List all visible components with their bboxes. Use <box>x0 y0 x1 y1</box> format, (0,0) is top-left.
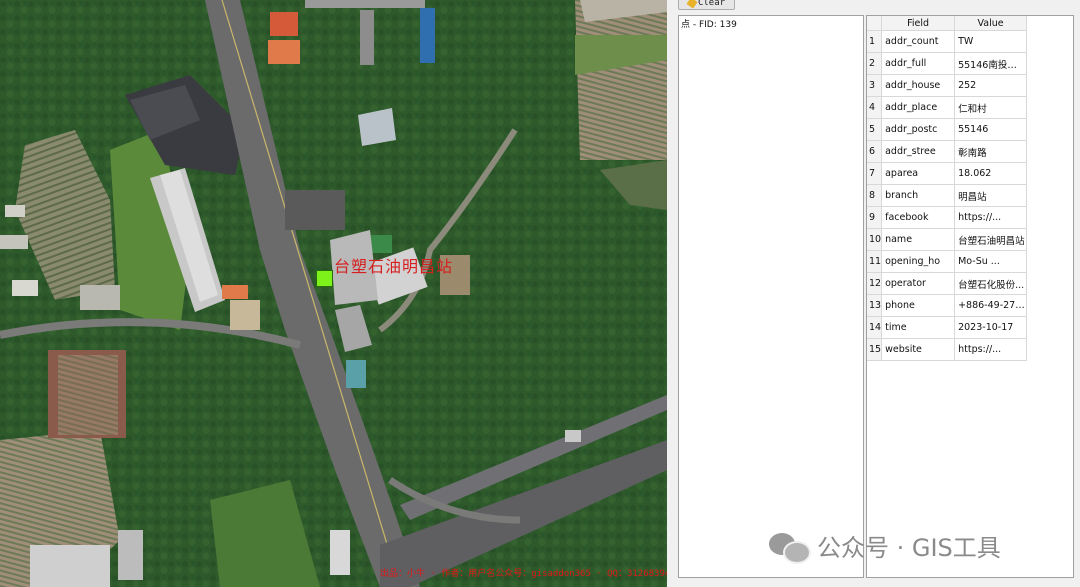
field-cell[interactable]: addr_count <box>881 30 956 53</box>
field-cell[interactable]: addr_full <box>881 52 956 75</box>
map-canvas[interactable]: 台塑石油明昌站 出品：小牛 · 作者：用户名公众号：gisaddon365 · … <box>0 0 667 587</box>
table-row[interactable]: 6 addr_stree 彰南路 <box>867 140 1028 163</box>
table-row[interactable]: 2addr_full55146南投縣名... <box>867 52 1028 75</box>
field-cell[interactable]: name <box>881 228 956 251</box>
row-number[interactable]: 15 <box>867 338 883 361</box>
satellite-imagery <box>0 0 667 587</box>
value-cell[interactable]: 55146南投縣名... <box>954 52 1028 75</box>
row-number[interactable]: 6 <box>867 140 883 163</box>
table-row[interactable]: 13phone+886-49-2731... <box>867 294 1028 317</box>
value-cell[interactable]: https://... <box>954 338 1028 361</box>
wechat-icon <box>769 531 811 564</box>
column-header-value[interactable]: Value <box>954 16 1028 31</box>
clear-button-label: Clear <box>697 0 726 8</box>
identify-panel: Clear 点 - FID: 139 Field Value 1 addr_cou… <box>667 0 1080 587</box>
field-cell[interactable]: branch <box>881 184 956 207</box>
value-cell[interactable]: 18.062 <box>954 162 1028 185</box>
value-cell[interactable]: 明昌站 <box>954 184 1028 207</box>
row-number[interactable]: 11 <box>867 250 883 273</box>
row-number[interactable]: 12 <box>867 272 883 295</box>
table-row[interactable]: 5 addr_postc 55146 <box>867 118 1028 141</box>
table-row[interactable]: 15 website https://... <box>867 338 1028 361</box>
table-row[interactable]: 9 facebook https://... <box>867 206 1028 229</box>
row-number[interactable]: 8 <box>867 184 883 207</box>
table-row[interactable]: 14 time 2023-10-17 <box>867 316 1028 339</box>
row-number[interactable]: 4 <box>867 96 883 119</box>
column-header-field[interactable]: Field <box>881 16 956 31</box>
poi-label: 台塑石油明昌站 <box>334 257 454 276</box>
tree-item-feature[interactable]: 点 - FID: 139 <box>681 17 737 30</box>
row-number[interactable]: 5 <box>867 118 883 141</box>
value-cell[interactable]: 2023-10-17 <box>954 316 1028 339</box>
corner-header[interactable] <box>867 16 883 31</box>
field-cell[interactable]: time <box>881 316 956 339</box>
field-cell[interactable]: facebook <box>881 206 956 229</box>
table-row[interactable]: 11 opening_ho Mo-Su ... <box>867 250 1028 273</box>
table-row[interactable]: 3 addr_house 252 <box>867 74 1028 97</box>
table-row[interactable]: 4 addr_place 仁和村 <box>867 96 1028 119</box>
row-number[interactable]: 13 <box>867 294 883 317</box>
value-cell[interactable]: 彰南路 <box>954 140 1028 163</box>
row-number[interactable]: 7 <box>867 162 883 185</box>
value-cell[interactable]: TW <box>954 30 1028 53</box>
row-number[interactable]: 9 <box>867 206 883 229</box>
field-cell[interactable]: opening_ho <box>881 250 956 273</box>
clear-button[interactable]: Clear <box>678 0 735 10</box>
field-cell[interactable]: aparea <box>881 162 956 185</box>
value-cell[interactable]: 台塑石化股份... <box>954 272 1028 295</box>
table-row[interactable]: 8 branch 明昌站 <box>867 184 1028 207</box>
row-number[interactable]: 10 <box>867 228 883 251</box>
field-cell[interactable]: phone <box>881 294 956 317</box>
table-row[interactable]: 12 operator 台塑石化股份... <box>867 272 1028 295</box>
row-number[interactable]: 2 <box>867 52 883 75</box>
row-number[interactable]: 14 <box>867 316 883 339</box>
value-cell[interactable]: +886-49-2731... <box>954 294 1028 317</box>
field-cell[interactable]: addr_postc <box>881 118 956 141</box>
value-cell[interactable]: https://... <box>954 206 1028 229</box>
field-cell[interactable]: addr_house <box>881 74 956 97</box>
value-cell[interactable]: 仁和村 <box>954 96 1028 119</box>
value-cell[interactable]: Mo-Su ... <box>954 250 1028 273</box>
attribute-table[interactable]: Field Value 1 addr_count TW 2 addr_full 55146… <box>866 15 1074 578</box>
field-cell[interactable]: website <box>881 338 956 361</box>
map-credit-text: 出品：小牛 · 作者：用户名公众号：gisaddon365 · QQ：31268… <box>380 569 667 579</box>
selected-point-marker[interactable] <box>316 270 333 287</box>
value-cell[interactable]: 55146 <box>954 118 1028 141</box>
broom-icon <box>686 0 698 9</box>
row-number[interactable]: 1 <box>867 30 883 53</box>
field-cell[interactable]: addr_stree <box>881 140 956 163</box>
attribute-grid: Field Value 1 addr_count TW 2 addr_full 55146… <box>867 16 1028 361</box>
value-cell[interactable]: 台塑石油明昌站 <box>954 228 1028 251</box>
row-number[interactable]: 3 <box>867 74 883 97</box>
table-row[interactable]: 7 aparea 18.062 <box>867 162 1028 185</box>
field-cell[interactable]: operator <box>881 272 956 295</box>
watermark-text: 公众号 · GIS工具 <box>817 534 1001 562</box>
value-cell[interactable]: 252 <box>954 74 1028 97</box>
watermark: 公众号 · GIS工具 <box>769 528 1001 564</box>
table-row[interactable]: 10 name 台塑石油明昌站 <box>867 228 1028 251</box>
field-cell[interactable]: addr_place <box>881 96 956 119</box>
feature-tree[interactable]: 点 - FID: 139 <box>678 15 864 578</box>
table-row[interactable]: 1 addr_count TW <box>867 30 1028 53</box>
